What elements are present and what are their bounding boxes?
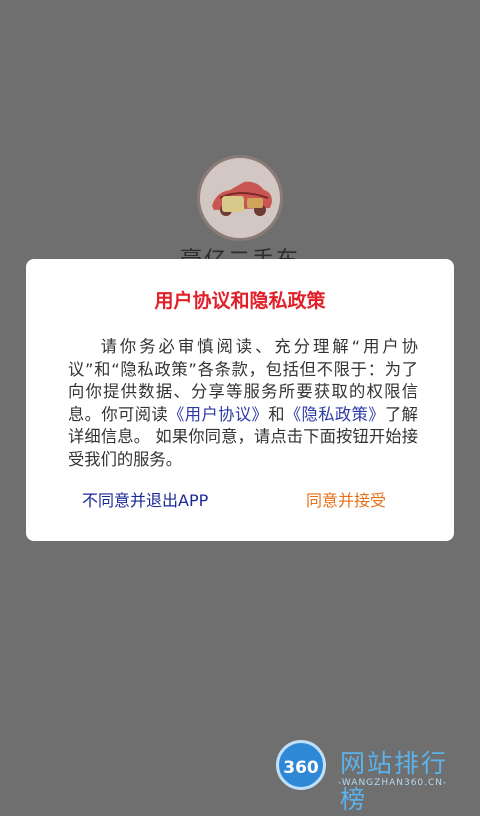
privacy-policy-link[interactable]: 《隐私政策》 <box>285 405 385 424</box>
watermark-badge: 360 <box>276 740 326 790</box>
app-logo <box>197 155 283 241</box>
car-logo-icon <box>212 181 272 216</box>
watermark: 360 网站排行榜 -WANGZHAN360.CN- <box>262 738 472 814</box>
agree-accept-button[interactable]: 同意并接受 <box>306 487 386 511</box>
privacy-dialog: 用户协议和隐私政策 请你务必审慎阅读、充分理解“用户协议”和“隐私政策”各条款，… <box>26 259 454 541</box>
disagree-exit-button[interactable]: 不同意并退出APP <box>82 487 208 511</box>
body-text-and: 和 <box>268 404 285 424</box>
dialog-body: 请你务必审慎阅读、充分理解“用户协议”和“隐私政策”各条款，包括但不限于：为了向… <box>68 336 418 471</box>
user-agreement-link[interactable]: 《用户协议》 <box>168 405 268 424</box>
dialog-title: 用户协议和隐私政策 <box>154 290 326 312</box>
watermark-url: -WANGZHAN360.CN- <box>338 778 448 788</box>
